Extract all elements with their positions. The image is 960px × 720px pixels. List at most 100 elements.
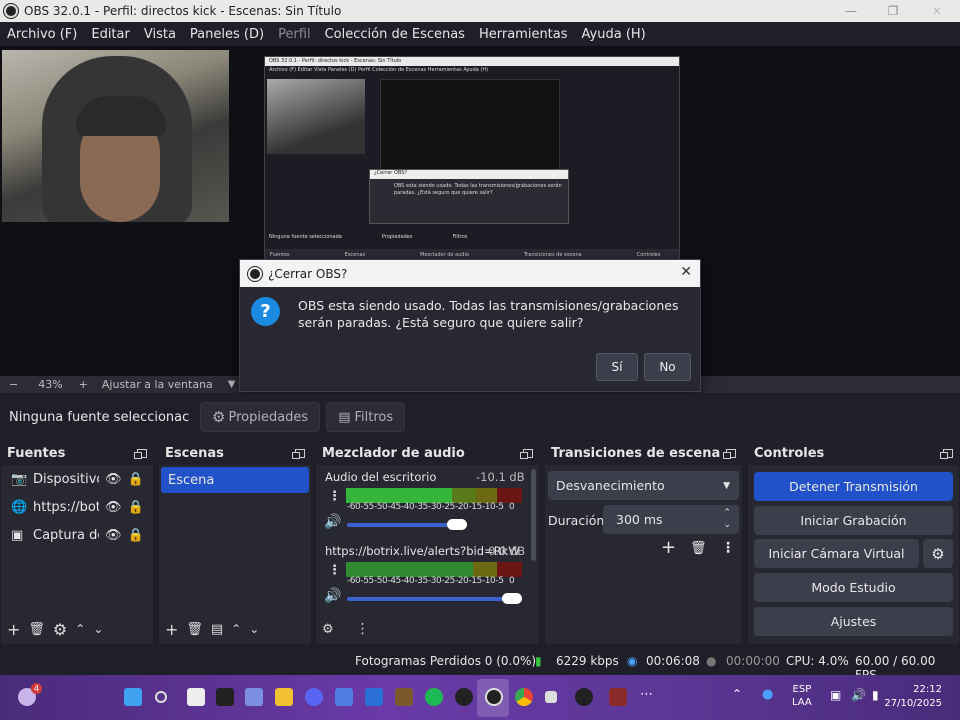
lock-icon[interactable]: 🔒 [128, 472, 144, 487]
minimize-button[interactable]: — [828, 0, 874, 22]
spotify-icon[interactable] [425, 688, 443, 706]
fit-to-window[interactable]: Ajustar a la ventana [102, 378, 213, 391]
menu-archivo[interactable]: Archivo (F) [7, 27, 77, 42]
zoom-out-button[interactable]: − [9, 378, 18, 391]
search-icon[interactable] [155, 691, 167, 703]
battery-icon[interactable]: ▮ [872, 688, 879, 702]
move-down-icon[interactable]: ⌄ [249, 622, 259, 636]
lock-icon[interactable]: 🔒 [128, 500, 144, 515]
discord-icon[interactable] [305, 688, 323, 706]
gear-icon[interactable]: ⚙ [53, 620, 67, 639]
dialog-close-icon[interactable]: ✕ [680, 264, 692, 280]
spin-arrows-icon[interactable]: ⌃ ⌄ [723, 507, 731, 531]
add-scene-icon[interactable]: + [165, 620, 178, 639]
volume-icon[interactable]: 🔊 [851, 688, 866, 702]
settings-button[interactable]: Ajustes [754, 607, 953, 636]
stop-stream-button[interactable]: Detener Transmisión [754, 472, 953, 501]
app-icon[interactable] [335, 688, 353, 706]
close-window-button[interactable]: ✕ [914, 0, 960, 22]
menu-coleccion[interactable]: Colección de Escenas [325, 27, 465, 42]
minecraft-icon[interactable] [395, 688, 413, 706]
zoom-dropdown-icon[interactable]: ▼ [228, 379, 236, 390]
network-icon[interactable]: ▣ [830, 688, 841, 702]
move-down-icon[interactable]: ⌄ [93, 622, 103, 636]
menu-herramientas[interactable]: Herramientas [479, 27, 568, 42]
app-icon[interactable] [609, 688, 627, 706]
maximize-button[interactable]: ❐ [870, 0, 916, 22]
trash-icon[interactable]: 🗑 [690, 541, 707, 556]
yes-button[interactable]: Sí [596, 353, 638, 381]
properties-button[interactable]: ⚙ Propiedades [200, 402, 321, 432]
source-item[interactable]: 📷 Dispositivo d 👁 🔒 [1, 465, 153, 493]
app-icon[interactable] [545, 691, 557, 703]
volume-handle[interactable] [447, 519, 467, 530]
undock-icon[interactable] [723, 448, 736, 459]
app-icon[interactable] [365, 688, 383, 706]
undock-icon[interactable] [134, 448, 147, 459]
app-icon[interactable] [575, 688, 593, 706]
filters-button[interactable]: ▤ Filtros [326, 402, 406, 432]
speaker-icon[interactable]: 🔊 [324, 588, 341, 604]
windows-start-icon[interactable] [124, 688, 142, 706]
eye-icon[interactable]: 👁 [105, 500, 122, 515]
obs-icon[interactable] [485, 688, 503, 706]
more-options-icon[interactable]: ⋮ [356, 621, 370, 637]
question-icon: ? [251, 297, 280, 326]
source-item[interactable]: 🌐 https://botr 👁 🔒 [1, 493, 153, 521]
more-apps-icon[interactable]: ⋯ [640, 687, 653, 702]
advanced-audio-icon[interactable]: ⚙ [322, 622, 334, 637]
language-indicator[interactable]: ESP LAA [792, 683, 812, 709]
tray-chevron-icon[interactable]: ⌃ [732, 687, 742, 701]
menu-editar[interactable]: Editar [91, 27, 130, 42]
move-up-icon[interactable]: ⌃ [231, 622, 241, 636]
chrome-icon[interactable] [515, 688, 533, 706]
gear-icon: ⚙ [212, 408, 226, 426]
channel-menu-icon[interactable]: ⋮ [328, 563, 341, 578]
task-view-icon[interactable] [187, 688, 205, 706]
duration-spinbox[interactable]: 300 ms ⌃ ⌄ [603, 505, 739, 534]
app-icon[interactable] [455, 688, 473, 706]
start-recording-button[interactable]: Iniciar Grabación [754, 506, 953, 535]
meter-tick-label: -60 [347, 502, 361, 512]
menu-perfil[interactable]: Perfil [278, 27, 311, 42]
studio-mode-button[interactable]: Modo Estudio [754, 573, 953, 602]
add-transition-icon[interactable]: + [661, 537, 676, 558]
move-up-icon[interactable]: ⌃ [75, 622, 85, 636]
file-explorer-icon[interactable] [275, 688, 293, 706]
undock-icon[interactable] [940, 448, 953, 459]
app-icon[interactable] [245, 688, 263, 706]
trash-icon[interactable]: 🗑 [186, 622, 203, 637]
mixer-scrollbar[interactable] [531, 469, 536, 561]
undock-icon[interactable] [520, 448, 533, 459]
mic-icon[interactable]: ● [762, 687, 773, 702]
sources-dock: Fuentes 📷 Dispositivo d 👁 🔒 🌐 https://bo… [1, 441, 153, 644]
app-icon[interactable] [216, 688, 234, 706]
channel-menu-icon[interactable]: ⋮ [328, 489, 341, 504]
clock[interactable]: 22:12 27/10/2025 [880, 683, 942, 711]
filter-icon[interactable]: ▤ [211, 622, 223, 637]
volume-slider[interactable] [347, 523, 457, 527]
zoom-in-button[interactable]: + [79, 378, 88, 391]
scene-item-escena[interactable]: Escena [161, 467, 309, 493]
controls-title: Controles [754, 445, 825, 461]
more-options-icon[interactable]: ⋮ [721, 540, 735, 556]
trash-icon[interactable]: 🗑 [28, 622, 45, 637]
virtual-camera-settings-icon[interactable]: ⚙ [923, 539, 953, 568]
stream-icon: ◉ [627, 654, 638, 668]
eye-icon[interactable]: 👁 [105, 528, 122, 543]
transition-select[interactable]: Desvanecimiento ▼ [548, 471, 739, 500]
menu-paneles[interactable]: Paneles (D) [190, 27, 264, 42]
scenes-title: Escenas [165, 445, 224, 461]
volume-slider[interactable] [347, 597, 507, 601]
speaker-icon[interactable]: 🔊 [324, 514, 341, 530]
eye-icon[interactable]: 👁 [105, 472, 122, 487]
menu-vista[interactable]: Vista [144, 27, 176, 42]
menu-ayuda[interactable]: Ayuda (H) [582, 27, 646, 42]
volume-handle[interactable] [502, 593, 522, 604]
source-item[interactable]: ▣ Captura de p 👁 🔒 [1, 521, 153, 549]
add-source-icon[interactable]: + [7, 620, 20, 639]
start-virtual-camera-button[interactable]: Iniciar Cámara Virtual [754, 539, 919, 568]
undock-icon[interactable] [292, 448, 305, 459]
lock-icon[interactable]: 🔒 [128, 528, 144, 543]
no-button[interactable]: No [644, 353, 691, 381]
